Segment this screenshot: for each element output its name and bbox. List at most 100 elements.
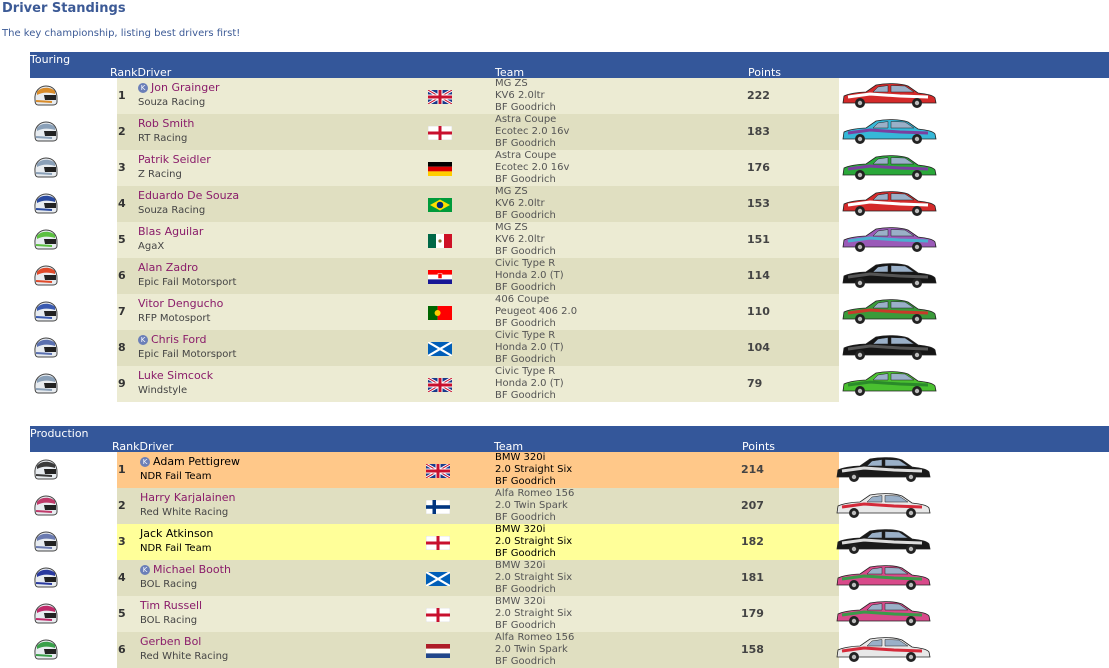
car-engine: Honda 2.0 (T): [495, 270, 564, 281]
croatia-flag-icon: [428, 269, 452, 284]
car-livery-icon: [834, 456, 932, 484]
row-background: [117, 150, 839, 186]
driver-name[interactable]: Vitor Dengucho: [138, 297, 223, 310]
driver-team: RT Racing: [138, 133, 188, 144]
driver-name[interactable]: Tim Russell: [140, 599, 202, 612]
car-engine: Ecotec 2.0 16v: [495, 162, 570, 173]
england-flag-icon: [425, 607, 451, 623]
helmet-icon: [32, 335, 58, 361]
car-livery-icon: [834, 564, 932, 592]
car-info: BMW 320i 2.0 Straight Six BF Goodrich: [495, 524, 572, 560]
car-info: Alfa Romeo 156 2.0 Twin Spark BF Goodric…: [495, 632, 574, 668]
driver-points: 214: [741, 463, 764, 476]
driver-name[interactable]: Michael Booth: [153, 563, 231, 576]
driver-name[interactable]: Patrik Seidler: [138, 153, 211, 166]
page-subtitle: The key championship, listing best drive…: [2, 28, 241, 39]
row-background: [117, 78, 839, 114]
car-tyres: BF Goodrich: [495, 656, 556, 667]
finland-flag-icon: [425, 499, 451, 515]
car-engine: KV6 2.0ltr: [495, 234, 545, 245]
driver-points: 79: [747, 377, 763, 390]
driver-team: Epic Fail Motorsport: [138, 349, 237, 360]
car-tyres: BF Goodrich: [495, 476, 556, 487]
driver-name-link[interactable]: K Michael Booth: [140, 563, 231, 576]
car-tyres: BF Goodrich: [495, 174, 556, 185]
helmet-icon: [32, 227, 58, 253]
driver-name[interactable]: Jack Atkinson: [140, 527, 213, 540]
car-livery-icon: [840, 118, 938, 146]
driver-name[interactable]: Chris Ford: [151, 333, 206, 346]
driver-name-link[interactable]: Harry Karjalainen: [140, 491, 236, 504]
driver-name-link[interactable]: Rob Smith: [138, 117, 194, 130]
helmet-icon: [32, 371, 58, 397]
driver-name-link[interactable]: K Adam Pettigrew: [140, 455, 240, 468]
driver-name[interactable]: Gerben Bol: [140, 635, 201, 648]
driver-points: 151: [747, 233, 770, 246]
table-row: 7 Vitor Dengucho RFP Motosport 406 Coupe…: [30, 294, 1109, 330]
driver-name-link[interactable]: Vitor Dengucho: [138, 297, 223, 310]
helmet-icon: [32, 637, 58, 663]
car-model: Civic Type R: [495, 258, 556, 269]
car-info: Astra Coupe Ecotec 2.0 16v BF Goodrich: [495, 114, 569, 150]
car-tyres: BF Goodrich: [495, 138, 556, 149]
england-flag-icon: [427, 125, 453, 141]
table-row: 8 K Chris Ford Epic Fail Motorsport Civic…: [30, 330, 1109, 366]
helmet-icon: [32, 493, 58, 519]
driver-name-link[interactable]: K Jon Grainger: [138, 81, 220, 94]
driver-team: Windstyle: [138, 385, 188, 396]
netherlands-flag-icon: [426, 643, 450, 658]
car-livery-icon: [834, 636, 932, 664]
driver-name[interactable]: Luke Simcock: [138, 369, 213, 382]
driver-name[interactable]: Harry Karjalainen: [140, 491, 236, 504]
driver-points: 181: [741, 571, 764, 584]
driver-name-link[interactable]: Tim Russell: [140, 599, 202, 612]
driver-rank: 3: [118, 535, 126, 548]
driver-name[interactable]: Rob Smith: [138, 117, 194, 130]
driver-points: 182: [741, 535, 764, 548]
car-engine: 2.0 Twin Spark: [495, 500, 568, 511]
table-row: 1 K Adam Pettigrew NDR Fail Team BMW 320i…: [30, 452, 1109, 488]
helmet-icon: [32, 299, 58, 325]
driver-name-link[interactable]: Patrik Seidler: [138, 153, 211, 166]
k-badge-icon: K: [138, 335, 148, 345]
driver-rank: 2: [118, 499, 126, 512]
car-tyres: BF Goodrich: [495, 354, 556, 365]
driver-team: BOL Racing: [140, 615, 198, 626]
car-tyres: BF Goodrich: [495, 102, 556, 113]
car-model: BMW 320i: [495, 452, 546, 463]
uk-flag-icon: [427, 88, 453, 106]
driver-name-link[interactable]: Eduardo De Souza: [138, 189, 239, 202]
driver-points: 153: [747, 197, 770, 210]
driver-name[interactable]: Alan Zadro: [138, 261, 198, 274]
driver-name[interactable]: Jon Grainger: [151, 81, 220, 94]
car-livery-icon: [840, 334, 938, 362]
driver-name[interactable]: Blas Aguilar: [138, 225, 203, 238]
driver-name-link[interactable]: K Chris Ford: [138, 333, 206, 346]
car-livery-icon: [840, 262, 938, 290]
table-row: 5 Tim Russell BOL Racing BMW 320i 2.0 St…: [30, 596, 1109, 632]
car-info: Alfa Romeo 156 2.0 Twin Spark BF Goodric…: [495, 488, 574, 524]
driver-name[interactable]: Eduardo De Souza: [138, 189, 239, 202]
driver-points: 183: [747, 125, 770, 138]
table-row: 5 Blas Aguilar AgaX MG ZS KV6 2.0ltr BF …: [30, 222, 1109, 258]
driver-team: RFP Motosport: [138, 313, 211, 324]
table-row: 4 K Michael Booth BOL Racing BMW 320i 2.0…: [30, 560, 1109, 596]
car-engine: KV6 2.0ltr: [495, 90, 545, 101]
table-row: 2 Rob Smith RT Racing Astra Coupe Ecotec…: [30, 114, 1109, 150]
driver-name-link[interactable]: Gerben Bol: [140, 635, 201, 648]
driver-name-link[interactable]: Jack Atkinson: [140, 527, 213, 540]
page-title: Driver Standings: [2, 1, 126, 16]
germany-flag-icon: [428, 161, 452, 176]
driver-points: 158: [741, 643, 764, 656]
driver-name[interactable]: Adam Pettigrew: [153, 455, 240, 468]
row-background: [117, 366, 839, 402]
section-name: Production: [30, 427, 89, 440]
driver-team: Souza Racing: [138, 97, 206, 108]
driver-name-link[interactable]: Alan Zadro: [138, 261, 198, 274]
table-row: 3 Jack Atkinson NDR Fail Team BMW 320i 2…: [30, 524, 1109, 560]
driver-points: 176: [747, 161, 770, 174]
helmet-icon: [32, 83, 58, 109]
driver-name-link[interactable]: Luke Simcock: [138, 369, 213, 382]
driver-name-link[interactable]: Blas Aguilar: [138, 225, 203, 238]
driver-points: 179: [741, 607, 764, 620]
